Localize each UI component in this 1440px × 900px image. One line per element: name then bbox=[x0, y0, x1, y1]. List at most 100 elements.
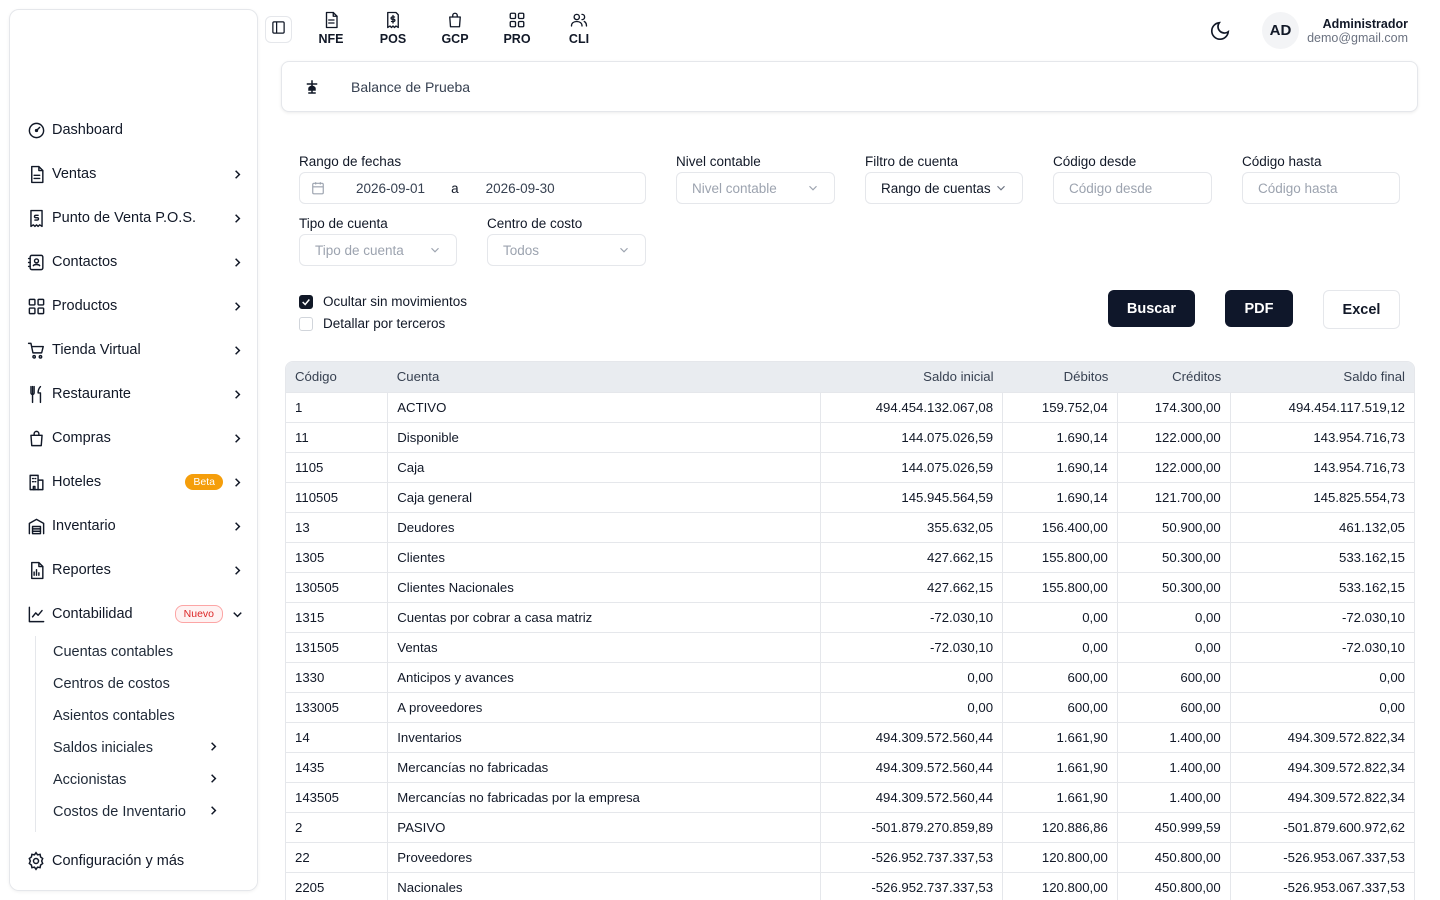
table-cell: 1305 bbox=[286, 541, 388, 572]
submenu-item[interactable]: Accionistas bbox=[53, 764, 257, 796]
sidebar-item-label: Productos bbox=[52, 298, 118, 314]
table-cell: 155.800,00 bbox=[1002, 541, 1118, 572]
sidebar-item-productos[interactable]: Productos bbox=[10, 284, 257, 328]
chevron-right-icon bbox=[229, 254, 245, 270]
sidebar-item-ventas[interactable]: Ventas bbox=[10, 152, 257, 196]
table-row[interactable]: 110505 Caja general 145.945.564,59 1.690,14… bbox=[286, 481, 1414, 512]
sidebar-settings-label: Configuración y más bbox=[52, 853, 185, 869]
table-cell: Nacionales bbox=[387, 871, 821, 900]
column-header[interactable]: Código bbox=[286, 362, 388, 392]
avatar[interactable]: AD bbox=[1262, 12, 1299, 49]
table-cell: 1105 bbox=[286, 451, 388, 482]
codigo-hasta-input[interactable]: Código hasta bbox=[1242, 172, 1400, 204]
submenu-item[interactable]: Costos de Inventario bbox=[53, 796, 257, 828]
pdf-button[interactable]: PDF bbox=[1225, 290, 1293, 327]
sidebar-item-punto-de-venta-p-o-s[interactable]: Punto de Venta P.O.S. bbox=[10, 196, 257, 240]
sidebar-item-hoteles[interactable]: Hoteles Beta bbox=[10, 460, 257, 504]
tab-pro[interactable]: PRO bbox=[486, 10, 548, 46]
filtro-label: Filtro de cuenta bbox=[865, 154, 959, 169]
chevron-down-icon bbox=[806, 181, 822, 195]
sidebar-item-restaurante[interactable]: Restaurante bbox=[10, 372, 257, 416]
date-range-label: Rango de fechas bbox=[299, 154, 402, 169]
tipo-label: Tipo de cuenta bbox=[299, 216, 388, 231]
table-cell: 110505 bbox=[286, 481, 388, 512]
table-row[interactable]: 13 Deudores 355.632,05 156.400,00 50.900,00 4… bbox=[286, 511, 1414, 542]
beta-badge: Beta bbox=[185, 474, 223, 490]
table-cell: PASIVO bbox=[387, 811, 821, 842]
column-header[interactable]: Saldo inicial bbox=[820, 362, 1003, 392]
date-range-input[interactable]: 2026-09-01 a 2026-09-30 bbox=[299, 172, 646, 204]
sidebar-item-label: Compras bbox=[52, 430, 111, 446]
table-row[interactable]: 1 ACTIVO 494.454.132.067,08 159.752,04 174.3… bbox=[286, 391, 1414, 422]
table-row[interactable]: 131505 Ventas -72.030,10 0,00 0,00 -72.030,10 bbox=[286, 631, 1414, 662]
table-cell: -72.030,10 bbox=[820, 631, 1003, 662]
column-header[interactable]: Saldo final bbox=[1230, 362, 1414, 392]
chart-icon bbox=[26, 604, 46, 624]
table-cell: 494.454.132.067,08 bbox=[820, 391, 1003, 422]
report-icon bbox=[26, 560, 46, 580]
sidebar-item-label: Reportes bbox=[52, 562, 111, 578]
user-info[interactable]: Administrador demo@gmail.com bbox=[1307, 17, 1408, 45]
nivel-label: Nivel contable bbox=[676, 154, 761, 169]
chevron-right-icon bbox=[229, 342, 245, 358]
table-row[interactable]: 1435 Mercancías no fabricadas 494.309.572.… bbox=[286, 751, 1414, 782]
submenu-item[interactable]: Cuentas contables bbox=[53, 636, 257, 668]
sidebar-item-reportes[interactable]: Reportes bbox=[10, 548, 257, 592]
table-row[interactable]: 1305 Clientes 427.662,15 155.800,00 50.300,0… bbox=[286, 541, 1414, 572]
nivel-select[interactable]: Nivel contable bbox=[676, 172, 835, 204]
tab-pos[interactable]: POS bbox=[362, 10, 424, 46]
ocultar-checkbox-row[interactable]: Ocultar sin movimientos bbox=[299, 294, 467, 309]
table-row[interactable]: 1330 Anticipos y avances 0,00 600,00 600,00 0… bbox=[286, 661, 1414, 692]
table-cell: 1.400,00 bbox=[1116, 781, 1231, 812]
table-cell: 494.309.572.560,44 bbox=[820, 781, 1003, 812]
tab-gcp[interactable]: GCP bbox=[424, 10, 486, 46]
sidebar-item-settings[interactable]: Configuración y más bbox=[10, 832, 257, 890]
table-row[interactable]: 22 Proveedores -526.952.737.337,53 120.800,… bbox=[286, 841, 1414, 872]
tab-nfe[interactable]: NFE bbox=[300, 10, 362, 46]
table-cell: 600,00 bbox=[1002, 691, 1118, 722]
buscar-button[interactable]: Buscar bbox=[1108, 290, 1195, 327]
column-header[interactable]: Cuenta bbox=[387, 362, 821, 392]
sidebar-item-label: Punto de Venta P.O.S. bbox=[52, 210, 197, 226]
table-row[interactable]: 11 Disponible 144.075.026,59 1.690,14 122.00… bbox=[286, 421, 1414, 452]
excel-button[interactable]: Excel bbox=[1323, 290, 1400, 329]
sidebar-item-compras[interactable]: Compras bbox=[10, 416, 257, 460]
column-header[interactable]: Créditos bbox=[1117, 362, 1231, 392]
chevron-right-icon bbox=[229, 298, 245, 314]
chevron-right-icon bbox=[229, 474, 245, 490]
table-row[interactable]: 2 PASIVO -501.879.270.859,89 120.886,86 450.… bbox=[286, 811, 1414, 842]
ocultar-checkbox[interactable] bbox=[299, 294, 313, 309]
sidebar-item-contabilidad[interactable]: Contabilidad Nuevo bbox=[10, 592, 257, 636]
sidebar-toggle-button[interactable] bbox=[265, 16, 292, 43]
table-row[interactable]: 130505 Clientes Nacionales 427.662,15 155.8… bbox=[286, 571, 1414, 602]
detallar-checkbox[interactable] bbox=[299, 316, 313, 331]
table-row[interactable]: 143505 Mercancías no fabricadas por la em… bbox=[286, 781, 1414, 812]
table-row[interactable]: 1315 Cuentas por cobrar a casa matriz -72.… bbox=[286, 601, 1414, 632]
tipo-select[interactable]: Tipo de cuenta bbox=[299, 234, 457, 266]
tab-cli[interactable]: CLI bbox=[548, 10, 610, 46]
detallar-checkbox-row[interactable]: Detallar por terceros bbox=[299, 316, 445, 331]
table-row[interactable]: 133005 A proveedores 0,00 600,00 600,00 0,00 bbox=[286, 691, 1414, 722]
nivel-placeholder: Nivel contable bbox=[692, 180, 777, 196]
codigo-desde-input[interactable]: Código desde bbox=[1053, 172, 1212, 204]
table-row[interactable]: 14 Inventarios 494.309.572.560,44 1.661,90 1… bbox=[286, 721, 1414, 752]
moon-icon[interactable] bbox=[1209, 20, 1231, 42]
table-cell: -72.030,10 bbox=[820, 601, 1003, 632]
filtro-select[interactable]: Rango de cuentas bbox=[865, 172, 1023, 204]
chevron-right-icon bbox=[206, 771, 221, 790]
submenu-item[interactable]: Centros de costos bbox=[53, 668, 257, 700]
sidebar-item-inventario[interactable]: Inventario bbox=[10, 504, 257, 548]
submenu-item[interactable]: Saldos iniciales bbox=[53, 732, 257, 764]
submenu-item[interactable]: Asientos contables bbox=[53, 700, 257, 732]
table-cell: 1.400,00 bbox=[1116, 751, 1231, 782]
table-row[interactable]: 2205 Nacionales -526.952.737.337,53 120.800… bbox=[286, 871, 1414, 900]
sidebar-item-dashboard[interactable]: Dashboard bbox=[10, 108, 257, 152]
sidebar-item-tienda-virtual[interactable]: Tienda Virtual bbox=[10, 328, 257, 372]
table-cell: Caja bbox=[387, 451, 821, 482]
centro-select[interactable]: Todos bbox=[487, 234, 646, 266]
column-header[interactable]: Débitos bbox=[1002, 362, 1118, 392]
table-cell: 533.162,15 bbox=[1229, 571, 1414, 602]
sidebar-item-contactos[interactable]: Contactos bbox=[10, 240, 257, 284]
table-row[interactable]: 1105 Caja 144.075.026,59 1.690,14 122.000,00… bbox=[286, 451, 1414, 482]
table-cell: 0,00 bbox=[820, 691, 1003, 722]
